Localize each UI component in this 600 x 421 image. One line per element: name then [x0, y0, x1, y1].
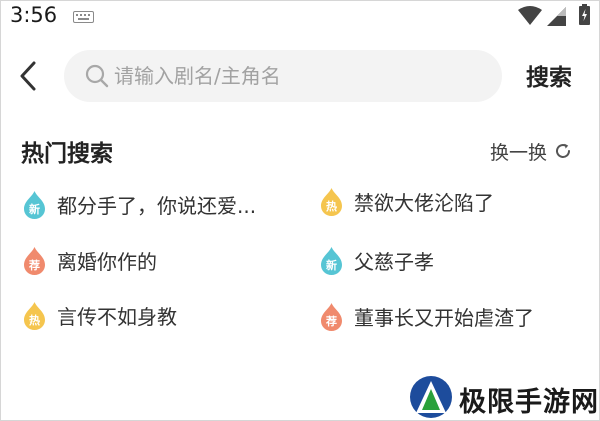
- recommend-badge-icon: 荐: [24, 246, 45, 275]
- refresh-icon: [556, 143, 571, 158]
- search-button[interactable]: 搜索: [526, 58, 572, 92]
- watermark-logo-icon: [410, 376, 452, 418]
- hot-search-item[interactable]: 新 都分手了，你说还爱...: [22, 187, 256, 221]
- hot-search-text: 董事长又开始虐渣了: [354, 305, 534, 330]
- hot-search-item[interactable]: 新 父慈子孝: [319, 243, 434, 277]
- new-badge-icon: 新: [321, 246, 342, 275]
- hot-badge-icon: 热: [321, 187, 342, 216]
- battery-icon: [579, 4, 590, 25]
- hot-search-title: 热门搜索: [21, 141, 113, 167]
- hot-search-item[interactable]: 热 禁欲大佬沦陷了: [319, 184, 494, 218]
- svg-text:荐: 荐: [28, 258, 40, 272]
- svg-text:新: 新: [326, 258, 337, 272]
- svg-text:荐: 荐: [325, 314, 337, 328]
- wifi-icon: [518, 6, 542, 25]
- hot-badge-icon: 热: [24, 301, 45, 330]
- hot-search-text: 言传不如身教: [57, 304, 177, 329]
- new-badge-icon: 新: [24, 190, 45, 219]
- hot-search-text: 离婚你作的: [57, 249, 157, 274]
- status-time: 3:56: [10, 3, 58, 27]
- hot-search-text: 都分手了，你说还爱...: [57, 193, 257, 218]
- search-box[interactable]: [64, 50, 502, 102]
- svg-text:热: 热: [29, 313, 40, 327]
- svg-text:热: 热: [326, 199, 337, 213]
- back-icon[interactable]: [14, 58, 42, 94]
- hot-search-text: 父慈子孝: [354, 249, 434, 274]
- signal-icon: [547, 7, 566, 26]
- hot-search-item[interactable]: 荐 离婚你作的: [22, 243, 157, 277]
- recommend-badge-icon: 荐: [321, 302, 342, 331]
- watermark-text: 极限手游网: [459, 387, 599, 418]
- refresh-label: 换一换: [490, 141, 548, 164]
- refresh-button[interactable]: 换一换: [490, 138, 572, 164]
- keyboard-icon: [73, 11, 94, 23]
- search-icon: [85, 64, 109, 88]
- hot-search-item[interactable]: 热 言传不如身教: [22, 298, 177, 332]
- hot-search-item[interactable]: 荐 董事长又开始虐渣了: [319, 299, 534, 333]
- hot-search-text: 禁欲大佬沦陷了: [354, 190, 494, 215]
- search-input[interactable]: [114, 50, 484, 102]
- svg-text:新: 新: [29, 202, 40, 216]
